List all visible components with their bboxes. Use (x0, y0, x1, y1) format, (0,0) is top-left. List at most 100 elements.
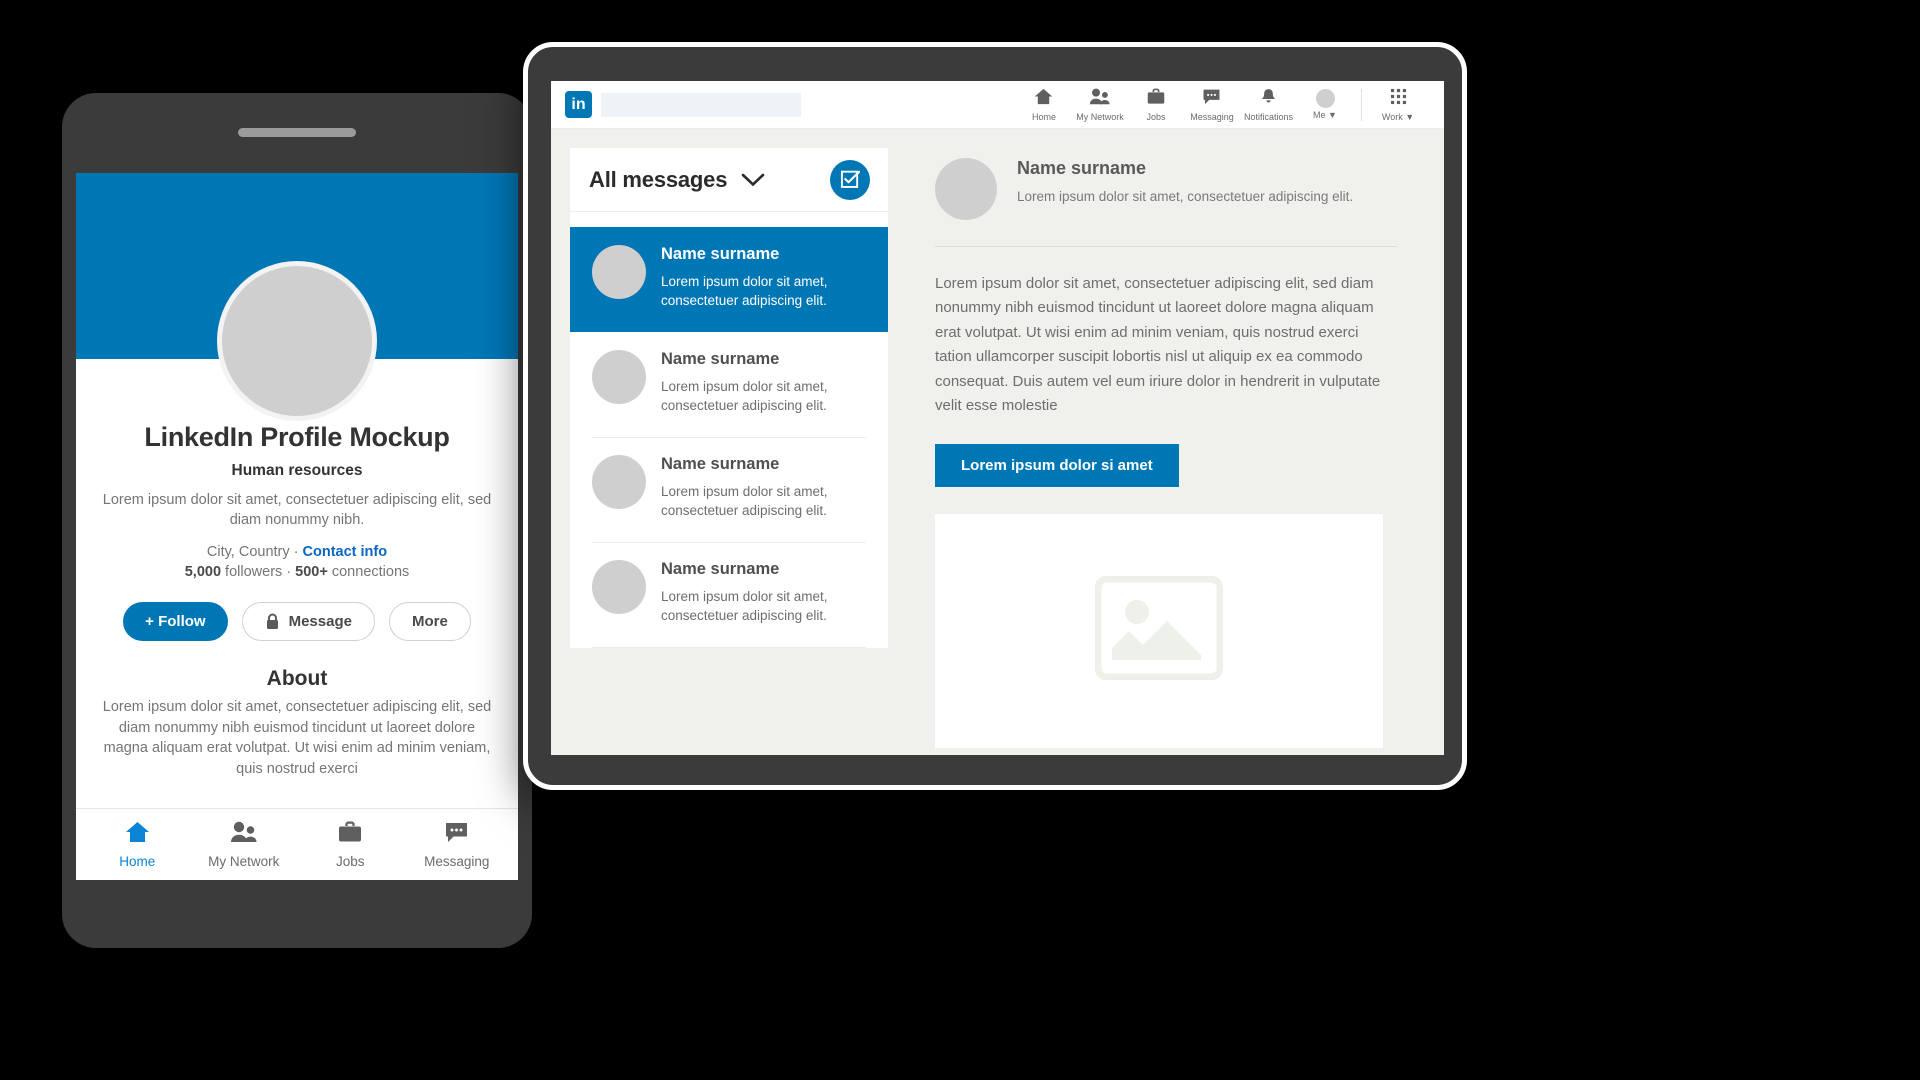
tab-home[interactable]: Home (1016, 88, 1072, 122)
phone-screen: LinkedIn Profile Mockup Human resources … (76, 173, 518, 880)
linkedin-logo-icon[interactable]: in (565, 91, 592, 118)
list-item-name: Name surname (661, 560, 780, 579)
conversation-pane: Name surname Lorem ipsum dolor sit amet,… (907, 148, 1425, 755)
briefcase-icon (338, 821, 362, 848)
chevron-down-icon[interactable] (741, 173, 765, 187)
list-item-name: Name surname (661, 455, 780, 474)
list-item-snippet: Lorem ipsum dolor sit amet, consectetuer… (661, 484, 828, 519)
nav-label-messaging: Messaging (424, 853, 490, 869)
tab-label-notifications: Notifications (1243, 111, 1293, 122)
tablet-screen: in Home My Network Jobs Messaging Notifi… (551, 81, 1444, 755)
tab-label-work: Work ▼ (1381, 111, 1415, 122)
message-bubble-icon (444, 821, 469, 848)
tablet-device: in Home My Network Jobs Messaging Notifi… (523, 42, 1467, 790)
message-button-label: Message (288, 613, 352, 631)
profile-stats: 5,000 followers · 500+ connections (102, 564, 492, 580)
nav-item-messaging[interactable]: Messaging (404, 821, 511, 869)
avatar (592, 560, 646, 615)
nav-item-my-network[interactable]: My Network (191, 821, 298, 869)
tab-label-my-network: My Network (1076, 111, 1124, 122)
attached-image-card[interactable] (935, 513, 1383, 748)
tab-work[interactable]: Work ▼ (1370, 88, 1426, 122)
tab-my-network[interactable]: My Network (1072, 88, 1128, 122)
phone-device: LinkedIn Profile Mockup Human resources … (62, 93, 532, 948)
tab-me[interactable]: Me ▼ (1297, 89, 1353, 120)
mockup-stage: LinkedIn Profile Mockup Human resources … (0, 0, 1920, 1080)
nav-label-my-network: My Network (208, 853, 280, 869)
phone-speaker-grill (238, 128, 356, 137)
conversation-name: Name surname (1017, 158, 1147, 178)
profile-avatar[interactable] (217, 261, 377, 421)
conversation-header: Name surname Lorem ipsum dolor sit amet,… (935, 158, 1397, 246)
profile-location: City, Country · Contact info (102, 544, 492, 560)
people-icon (230, 821, 257, 848)
messages-panel: All messages Name surname Lorem ipsum do… (570, 148, 888, 649)
more-button[interactable]: More (388, 602, 471, 642)
tab-label-me: Me ▼ (1313, 110, 1337, 120)
compose-message-button[interactable] (830, 159, 870, 200)
list-end-divider (592, 647, 866, 649)
connections-label: connections (327, 564, 410, 581)
people-icon (1089, 88, 1111, 110)
tab-label-home: Home (1031, 111, 1056, 122)
list-item[interactable]: Name surname Lorem ipsum dolor sit amet,… (570, 437, 888, 542)
profile-headline: Human resources (231, 462, 363, 479)
nav-item-jobs[interactable]: Jobs (297, 821, 404, 869)
tab-label-messaging: Messaging (1190, 111, 1234, 122)
messages-filter-label: All messages (589, 166, 728, 192)
list-item-name: Name surname (661, 245, 780, 263)
connections-count: 500+ (295, 564, 328, 581)
avatar[interactable] (935, 158, 997, 220)
messages-list: Name surname Lorem ipsum dolor sit amet,… (570, 212, 888, 649)
tab-label-jobs: Jobs (1146, 111, 1166, 122)
image-placeholder-icon (1094, 575, 1224, 685)
nav-label-home: Home (119, 853, 156, 869)
about-section-text: Lorem ipsum dolor sit amet, consectetuer… (102, 699, 492, 777)
nav-divider (1361, 88, 1362, 121)
tab-jobs[interactable]: Jobs (1128, 88, 1184, 122)
list-item-name: Name surname (661, 350, 780, 369)
cta-button[interactable]: Lorem ipsum dolor si amet (935, 443, 1179, 487)
profile-description: Lorem ipsum dolor sit amet, consectetuer… (102, 492, 492, 528)
home-icon (1034, 88, 1053, 110)
top-nav-items: Home My Network Jobs Messaging Notificat… (1016, 88, 1426, 122)
avatar (592, 245, 646, 299)
avatar (592, 350, 646, 405)
bell-icon (1260, 88, 1277, 110)
page-title: LinkedIn Profile Mockup (144, 422, 450, 452)
followers-count: 5,000 (184, 564, 222, 581)
conversation-body-text: Lorem ipsum dolor sit amet, consectetuer… (935, 275, 1381, 415)
list-item-snippet: Lorem ipsum dolor sit amet, consectetuer… (661, 589, 828, 624)
profile-action-buttons: + Follow Message More (102, 602, 492, 642)
home-icon (125, 821, 150, 848)
divider (935, 246, 1397, 247)
message-bubble-icon (1202, 88, 1221, 110)
messages-header: All messages (570, 148, 888, 212)
tab-notifications[interactable]: Notifications (1240, 88, 1297, 122)
list-item-snippet: Lorem ipsum dolor sit amet, consectetuer… (661, 273, 828, 308)
nav-item-home[interactable]: Home (84, 821, 191, 869)
location-text: City, Country · (206, 544, 303, 561)
phone-bottom-nav: Home My Network Jobs Messaging (76, 808, 518, 880)
profile-body: LinkedIn Profile Mockup Human resources … (76, 359, 518, 779)
search-input[interactable] (601, 92, 801, 117)
about-section-title: About (266, 667, 328, 691)
contact-info-link[interactable]: Contact info (303, 544, 388, 560)
list-item[interactable]: Name surname Lorem ipsum dolor sit amet,… (570, 227, 888, 333)
avatar-icon (1315, 89, 1335, 108)
list-item[interactable]: Name surname Lorem ipsum dolor sit amet,… (570, 332, 888, 437)
followers-label: followers · (221, 564, 296, 581)
lock-icon (265, 613, 280, 630)
nav-label-jobs: Jobs (335, 853, 365, 869)
follow-button[interactable]: + Follow (123, 602, 228, 642)
list-item-snippet: Lorem ipsum dolor sit amet, consectetuer… (661, 378, 828, 414)
grid-icon (1390, 88, 1407, 110)
tab-messaging[interactable]: Messaging (1184, 88, 1240, 122)
tablet-content: All messages Name surname Lorem ipsum do… (551, 129, 1444, 755)
conversation-subtitle: Lorem ipsum dolor sit amet, consectetuer… (1017, 188, 1354, 204)
list-item[interactable]: Name surname Lorem ipsum dolor sit amet,… (570, 542, 888, 647)
message-button[interactable]: Message (241, 602, 375, 642)
briefcase-icon (1147, 88, 1165, 110)
top-navigation-bar: in Home My Network Jobs Messaging Notifi… (551, 81, 1444, 129)
avatar (592, 455, 646, 510)
